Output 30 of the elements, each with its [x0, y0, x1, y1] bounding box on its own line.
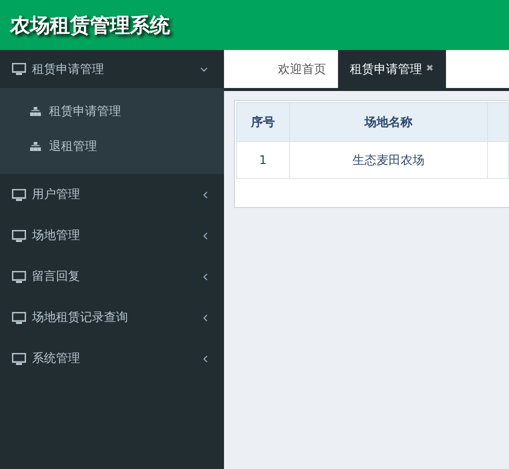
menu-item[interactable]: 场地租赁记录查询	[0, 297, 224, 338]
chevron-left-icon	[203, 272, 208, 280]
chevron-left-icon	[203, 314, 208, 322]
menu-item[interactable]: 用户管理	[0, 174, 224, 215]
table-cell: 生态麦田农场	[290, 142, 488, 178]
monitor-icon	[12, 312, 26, 324]
close-icon[interactable]: ✖	[426, 64, 434, 74]
chevron-left-icon	[203, 190, 208, 198]
chevron-left-icon	[203, 232, 208, 240]
submenu-item[interactable]: 退租管理	[0, 129, 224, 164]
menu-item[interactable]: 系统管理	[0, 338, 224, 379]
tab[interactable]: 欢迎首页	[266, 50, 338, 88]
submenu-item[interactable]: 租赁申请管理	[0, 94, 224, 129]
app-title: 农场租赁管理系统	[10, 12, 170, 38]
table-cell: 1	[236, 142, 290, 178]
sitemap-icon	[30, 142, 41, 151]
menu-item[interactable]: 留言回复	[0, 256, 224, 297]
chevron-down-icon	[200, 66, 208, 72]
monitor-icon	[12, 352, 26, 364]
menu-item[interactable]: 租赁申请管理	[0, 50, 224, 88]
column-header: 场地名称	[290, 102, 488, 142]
sitemap-icon	[30, 107, 41, 116]
monitor-icon	[12, 230, 26, 242]
monitor-icon	[12, 270, 26, 282]
tab[interactable]: 租赁申请管理 ✖	[338, 50, 446, 88]
column-header: 序号	[236, 102, 290, 142]
monitor-icon	[12, 63, 26, 75]
menu-item[interactable]: 场地管理	[0, 215, 224, 256]
monitor-icon	[12, 188, 26, 200]
chevron-left-icon	[203, 354, 208, 362]
